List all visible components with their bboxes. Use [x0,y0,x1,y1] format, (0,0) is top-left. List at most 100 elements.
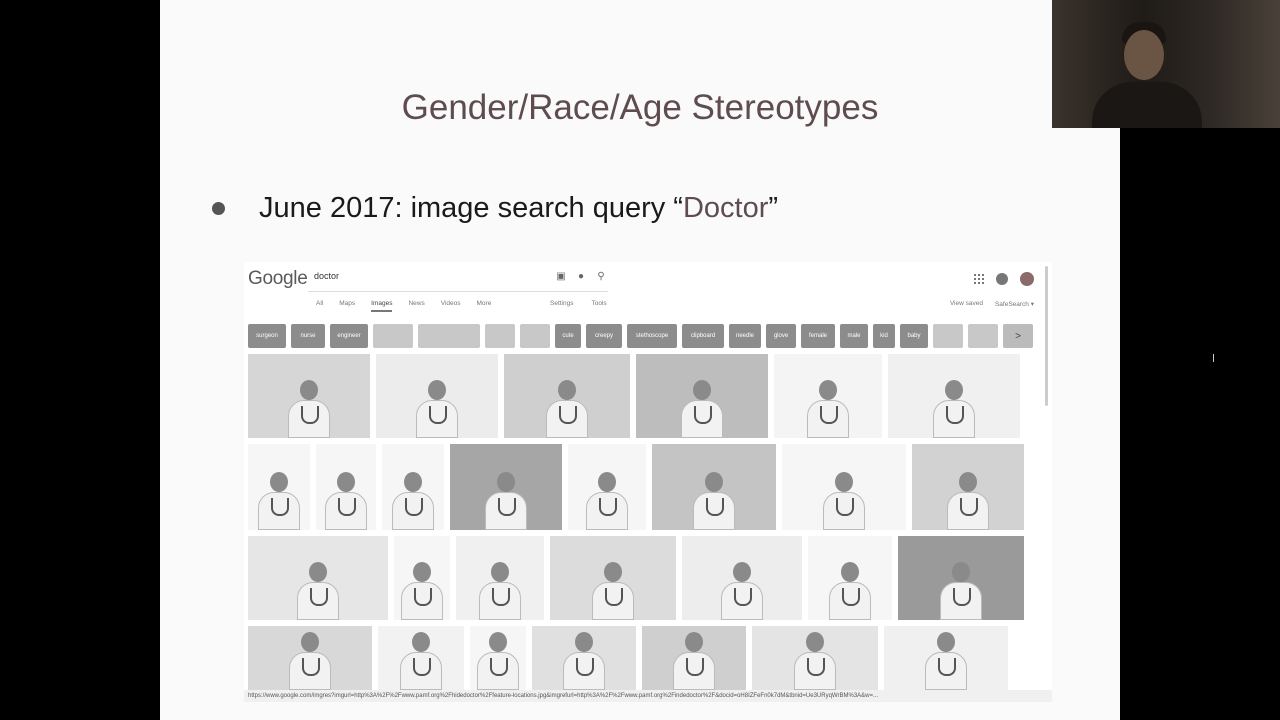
bullet-dot-icon [212,202,225,215]
image-row [248,626,1008,690]
tab-tools[interactable]: Tools [592,300,607,307]
image-result[interactable] [248,354,370,438]
image-result[interactable] [456,536,544,620]
doctor-figure [414,380,460,438]
image-result[interactable] [316,444,376,530]
chip-blank-6[interactable] [968,324,998,348]
chip-surgeon[interactable]: surgeon [248,324,286,348]
doctor-figure [398,632,444,690]
image-result[interactable] [808,536,892,620]
notifications-icon[interactable] [996,273,1008,285]
mic-icon[interactable]: ● [574,269,588,283]
doctor-figure [792,632,838,690]
doctor-figure [931,380,977,438]
chip-kid[interactable]: kid [873,324,895,348]
tab-news[interactable]: News [408,300,424,312]
nav-right: View saved SafeSearch ▾ [950,300,1034,308]
image-result[interactable] [248,536,388,620]
bullet-query: Doctor [682,192,769,224]
image-result[interactable] [382,444,444,530]
camera-icon[interactable]: ▣ [554,269,568,283]
chip-clipboard[interactable]: clipboard [682,324,724,348]
tab-more[interactable]: More [477,300,492,312]
image-result[interactable] [470,626,526,690]
image-result[interactable] [682,536,802,620]
tab-images[interactable]: Images [371,300,393,312]
page-scrollbar[interactable] [1045,266,1048,406]
chip-blank-1[interactable] [373,324,413,348]
doctor-figure [390,472,436,530]
image-result[interactable] [652,444,776,530]
chip-engineer[interactable]: engineer [330,324,368,348]
chip-blank-5[interactable] [933,324,963,348]
bullet-text: June 2017: image search query “Doctor” [259,192,778,225]
image-result[interactable] [642,626,746,690]
nav-tools: Settings Tools [550,300,607,307]
apps-icon[interactable] [974,274,984,284]
chips-next-arrow[interactable]: > [1003,324,1033,348]
doctor-figure [544,380,590,438]
chip-female[interactable]: female [801,324,835,348]
doctor-figure [945,472,991,530]
text-cursor [1213,354,1214,362]
chip-needle[interactable]: needle [729,324,761,348]
image-result[interactable] [568,444,646,530]
presenter-torso [1092,82,1202,128]
image-row [248,354,1020,438]
account-avatar[interactable] [1020,272,1034,286]
image-result[interactable] [888,354,1020,438]
image-result[interactable] [450,444,562,530]
tab-maps[interactable]: Maps [339,300,355,312]
image-result[interactable] [504,354,630,438]
image-result[interactable] [248,626,372,690]
chip-cute[interactable]: cute [555,324,581,348]
chip-stethoscope[interactable]: stethoscope [627,324,677,348]
safesearch-link[interactable]: SafeSearch ▾ [995,300,1034,308]
doctor-figure [256,472,302,530]
bullet-prefix: June 2017: image search query “ [259,192,683,224]
image-result[interactable] [394,536,450,620]
header-right [974,272,1034,286]
image-result[interactable] [898,536,1024,620]
image-result[interactable] [376,354,498,438]
search-screenshot: Google ▣ ● ⚲ All Maps Images News Videos… [244,262,1052,702]
google-logo[interactable]: Google [248,268,308,290]
search-icon[interactable]: ⚲ [594,269,608,283]
related-chips: surgeon nurse engineer cute creepy steth… [248,324,1033,348]
chip-blank-4[interactable] [520,324,550,348]
doctor-figure [323,472,369,530]
image-result[interactable] [248,444,310,530]
doctor-figure [590,562,636,620]
image-result[interactable] [378,626,464,690]
view-saved-link[interactable]: View saved [950,300,983,308]
image-result[interactable] [774,354,882,438]
image-result[interactable] [912,444,1024,530]
doctor-figure [691,472,737,530]
chip-glove[interactable]: glove [766,324,796,348]
search-input[interactable] [308,265,540,287]
image-result[interactable] [532,626,636,690]
image-row [248,444,1024,530]
chip-male[interactable]: male [840,324,868,348]
image-result[interactable] [550,536,676,620]
chip-blank-2[interactable] [418,324,480,348]
image-result[interactable] [884,626,1008,690]
image-row [248,536,1024,620]
image-result[interactable] [636,354,768,438]
status-bar-url: https://www.google.com/imgres?imgurl=htt… [244,690,1052,702]
chip-baby[interactable]: baby [900,324,928,348]
chip-blank-3[interactable] [485,324,515,348]
doctor-figure [805,380,851,438]
doctor-figure [477,562,523,620]
image-result[interactable] [752,626,878,690]
doctor-figure [561,632,607,690]
image-result[interactable] [782,444,906,530]
tab-settings[interactable]: Settings [550,300,574,307]
chip-nurse[interactable]: nurse [291,324,325,348]
search-icons: ▣ ● ⚲ [554,269,608,283]
doctor-figure [938,562,984,620]
chip-creepy[interactable]: creepy [586,324,622,348]
tab-videos[interactable]: Videos [441,300,461,312]
tab-all[interactable]: All [316,300,323,312]
search-box[interactable]: ▣ ● ⚲ [308,265,608,292]
